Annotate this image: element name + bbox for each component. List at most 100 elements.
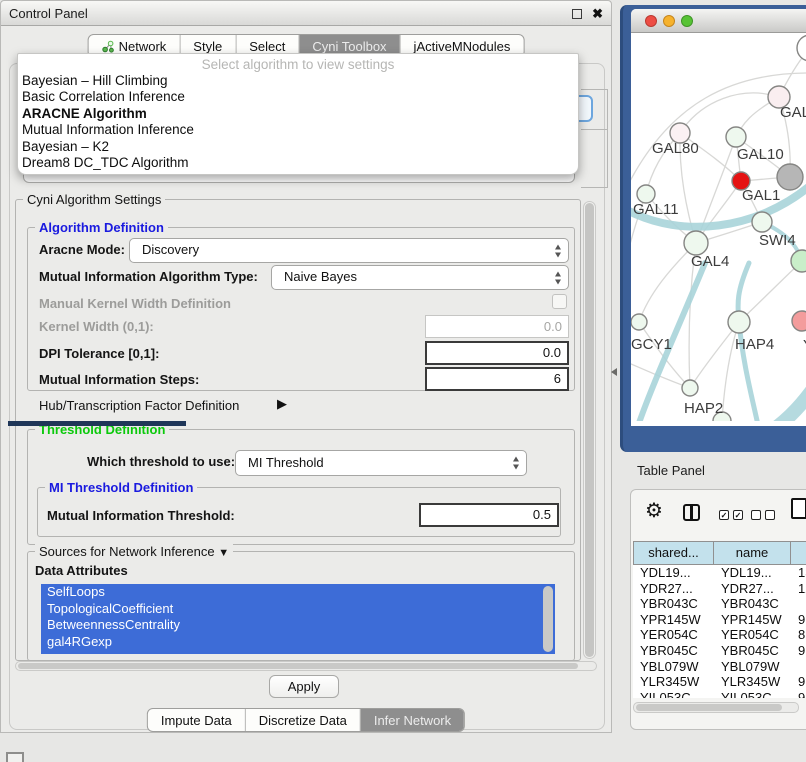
- node-label-gal10: GAL10: [737, 146, 784, 163]
- tab-discretize-data[interactable]: Discretize Data: [245, 709, 360, 731]
- network-titlebar[interactable]: [631, 9, 806, 33]
- mi-threshold-label: Mutual Information Threshold:: [47, 508, 235, 523]
- control-panel-titlebar[interactable]: Control Panel ✖: [1, 1, 611, 26]
- network-canvas[interactable]: GALGAL80GAL10GAL1GAL11SWI4GAL4GCY1HAP4YH…: [631, 33, 806, 421]
- network-node[interactable]: [777, 164, 803, 190]
- algorithm-option-dream8-dc-tdc-algorithm[interactable]: Dream8 DC_TDC Algorithm: [18, 155, 578, 171]
- dpi-tolerance-label: DPI Tolerance [0,1]:: [39, 346, 159, 361]
- table-rows[interactable]: YDL19...YDL19...13YDR27...YDR27...12YBR0…: [633, 565, 806, 698]
- network-icon: [102, 40, 115, 53]
- hidden-groupbox-fragment: [581, 89, 607, 90]
- apply-button[interactable]: Apply: [269, 675, 339, 698]
- network-node-swi4[interactable]: [752, 212, 772, 232]
- mi-threshold-definition-title: MI Threshold Definition: [45, 480, 197, 495]
- hub-section-label[interactable]: Hub/Transcription Factor Definition: [39, 398, 239, 413]
- desktop: Control Panel ✖ NetworkStyleSelectCyni T…: [0, 0, 806, 762]
- table-row[interactable]: YDR27...YDR27...12: [633, 581, 806, 597]
- table-row[interactable]: YDL19...YDL19...13: [633, 565, 806, 581]
- manual-kernel-width-checkbox[interactable]: [552, 294, 567, 309]
- network-node-hap4[interactable]: [728, 311, 750, 333]
- algorithm-list: Bayesian – Hill ClimbingBasic Correlatio…: [18, 73, 578, 171]
- table-row[interactable]: YLR345WYLR345W9.: [633, 674, 806, 690]
- network-node-gcy1[interactable]: [631, 314, 647, 330]
- network-node-gal10[interactable]: [726, 127, 746, 147]
- data-attributes-label: Data Attributes: [35, 563, 128, 578]
- which-threshold-select[interactable]: MI Threshold: [235, 450, 527, 476]
- expanded-arrow-icon[interactable]: ▼: [218, 547, 229, 559]
- network-node[interactable]: [791, 250, 806, 272]
- close-traffic-light-icon[interactable]: [645, 15, 657, 27]
- table-row[interactable]: YPR145WYPR145W9.: [633, 612, 806, 628]
- table-cell: 9.: [791, 612, 806, 628]
- table-row[interactable]: YER054CYER054C8.: [633, 627, 806, 643]
- table-row[interactable]: YBL079WYBL079W: [633, 659, 806, 675]
- network-node[interactable]: [797, 35, 806, 61]
- zoom-traffic-light-icon[interactable]: [681, 15, 693, 27]
- close-icon[interactable]: ✖: [592, 4, 603, 24]
- column-header-shared-[interactable]: shared...: [633, 541, 714, 565]
- tab-infer-network[interactable]: Infer Network: [360, 709, 464, 731]
- network-node-hap2[interactable]: [682, 380, 698, 396]
- table-row[interactable]: YIL053CYIL053C9: [633, 690, 806, 698]
- network-node-gal4[interactable]: [684, 231, 708, 255]
- attribute-item-betweennesscentrality[interactable]: BetweennessCentrality: [41, 617, 555, 634]
- column-header-2[interactable]: [791, 541, 806, 565]
- algorithm-option-bayesian-k2[interactable]: Bayesian – K2: [18, 139, 578, 155]
- settings-horizontal-scrollbar[interactable]: [15, 661, 597, 671]
- table-cell: YLR345W: [714, 674, 791, 690]
- select-unchecked-icon[interactable]: [751, 510, 775, 520]
- column-header-name[interactable]: name: [714, 541, 791, 565]
- aracne-mode-select[interactable]: Discovery: [129, 238, 569, 263]
- table-cell: YIL053C: [633, 690, 714, 698]
- attributes-list-scrollbar[interactable]: [543, 586, 553, 652]
- network-window[interactable]: GALGAL80GAL10GAL1GAL11SWI4GAL4GCY1HAP4YH…: [620, 5, 806, 452]
- aracne-mode-label: Aracne Mode:: [39, 242, 125, 257]
- settings-vertical-scrollbar[interactable]: [583, 201, 596, 659]
- select-checked-icon[interactable]: ✓✓: [719, 510, 743, 520]
- which-threshold-value: MI Threshold: [236, 451, 526, 475]
- split-columns-icon[interactable]: [683, 504, 700, 521]
- panel-splitter-collapse-icon[interactable]: [611, 368, 617, 376]
- data-attributes-list[interactable]: SelfLoopsTopologicalCoefficientBetweenne…: [41, 584, 555, 654]
- algorithm-option-mutual-information-inference[interactable]: Mutual Information Inference: [18, 122, 578, 138]
- cyni-settings-title: Cyni Algorithm Settings: [23, 192, 165, 207]
- dpi-tolerance-field[interactable]: 0.0: [425, 341, 569, 365]
- mi-steps-field[interactable]: 6: [425, 367, 569, 391]
- attribute-item-topologicalcoefficient[interactable]: TopologicalCoefficient: [41, 601, 555, 618]
- algorithm-option-bayesian-hill-climbing[interactable]: Bayesian – Hill Climbing: [18, 73, 578, 89]
- table-row[interactable]: YBR043CYBR043C: [633, 596, 806, 612]
- table-row[interactable]: YBR045CYBR045C9.: [633, 643, 806, 659]
- node-label-gal1: GAL1: [742, 187, 780, 204]
- new-table-icon[interactable]: [791, 498, 806, 519]
- attribute-item-gal4rgexp[interactable]: gal4RGexp: [41, 634, 555, 651]
- mi-algorithm-type-select[interactable]: Naive Bayes: [271, 265, 569, 290]
- algorithm-option-aracne-algorithm[interactable]: ARACNE Algorithm: [18, 106, 578, 122]
- table-horizontal-scrollbar[interactable]: [633, 702, 799, 713]
- table-cell: YBL079W: [714, 659, 791, 675]
- float-window-icon[interactable]: [572, 9, 582, 19]
- table-header-row[interactable]: shared...name: [633, 541, 806, 565]
- table-cell: 13: [791, 565, 806, 581]
- attribute-item-selfloops[interactable]: SelfLoops: [41, 584, 555, 601]
- table-cell: YIL053C: [714, 690, 791, 698]
- settings-gear-icon[interactable]: ⚙: [645, 500, 663, 522]
- table-cell: YBL079W: [633, 659, 714, 675]
- table-panel: ⚙ ✓✓ shared...name YDL19...YDL19...13YDR…: [630, 489, 806, 730]
- stepper-arrows-icon: [513, 457, 519, 470]
- network-node-y[interactable]: [792, 311, 806, 331]
- minimized-panel-icon[interactable]: [6, 752, 24, 762]
- mi-threshold-field[interactable]: 0.5: [419, 503, 559, 527]
- table-cell: YPR145W: [714, 612, 791, 628]
- hidden-groupbox-fragment: [607, 89, 608, 188]
- algorithm-definition-title: Algorithm Definition: [35, 220, 168, 235]
- table-cell: YDL19...: [714, 565, 791, 581]
- collapsed-arrow-icon[interactable]: ▶: [277, 396, 287, 412]
- tab-impute-data[interactable]: Impute Data: [148, 709, 245, 731]
- table-cell: [791, 659, 806, 675]
- kernel-width-field[interactable]: 0.0: [425, 315, 569, 338]
- network-highlight-edges: [631, 185, 806, 421]
- algorithm-option-basic-correlation-inference[interactable]: Basic Correlation Inference: [18, 89, 578, 105]
- control-panel-title: Control Panel: [9, 1, 88, 26]
- minimize-traffic-light-icon[interactable]: [663, 15, 675, 27]
- which-threshold-label: Which threshold to use:: [87, 454, 235, 469]
